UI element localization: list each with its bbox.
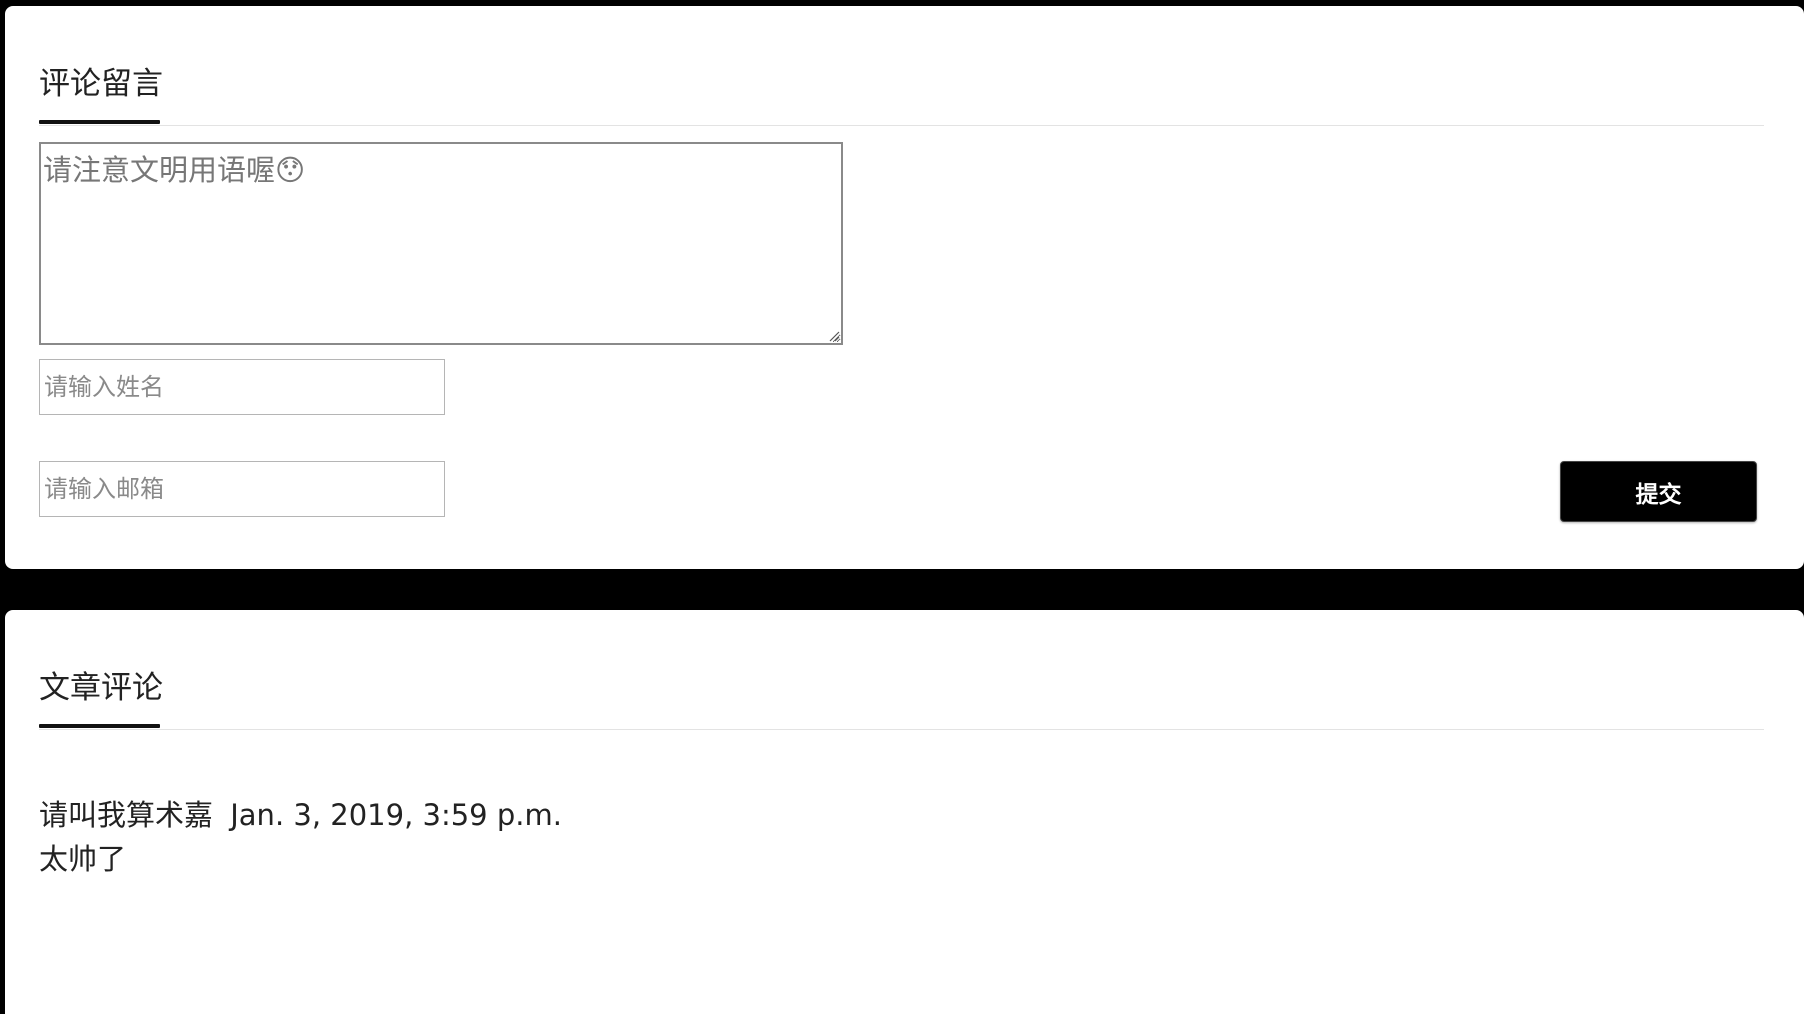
comment-form-title-underline bbox=[39, 120, 160, 124]
comment-form-title: 评论留言 bbox=[39, 66, 163, 102]
comment-meta: 请叫我算术嘉 Jan. 3, 2019, 3:59 p.m. bbox=[39, 793, 562, 837]
comment-author: 请叫我算术嘉 bbox=[39, 798, 214, 832]
email-input[interactable] bbox=[39, 461, 445, 517]
name-input[interactable] bbox=[39, 359, 445, 415]
comments-section-title-underline bbox=[39, 724, 160, 728]
comment-date: Jan. 3, 2019, 3:59 p.m. bbox=[230, 798, 562, 832]
comments-section-divider bbox=[39, 729, 1764, 730]
comments-section-title: 文章评论 bbox=[39, 670, 163, 706]
comment-body: 太帅了 bbox=[39, 842, 127, 876]
comment-list-item: 请叫我算术嘉 Jan. 3, 2019, 3:59 p.m. 太帅了 bbox=[39, 793, 562, 881]
submit-button[interactable]: 提交 bbox=[1560, 461, 1757, 522]
comment-form-divider bbox=[39, 125, 1764, 126]
comment-textarea[interactable] bbox=[39, 142, 843, 345]
